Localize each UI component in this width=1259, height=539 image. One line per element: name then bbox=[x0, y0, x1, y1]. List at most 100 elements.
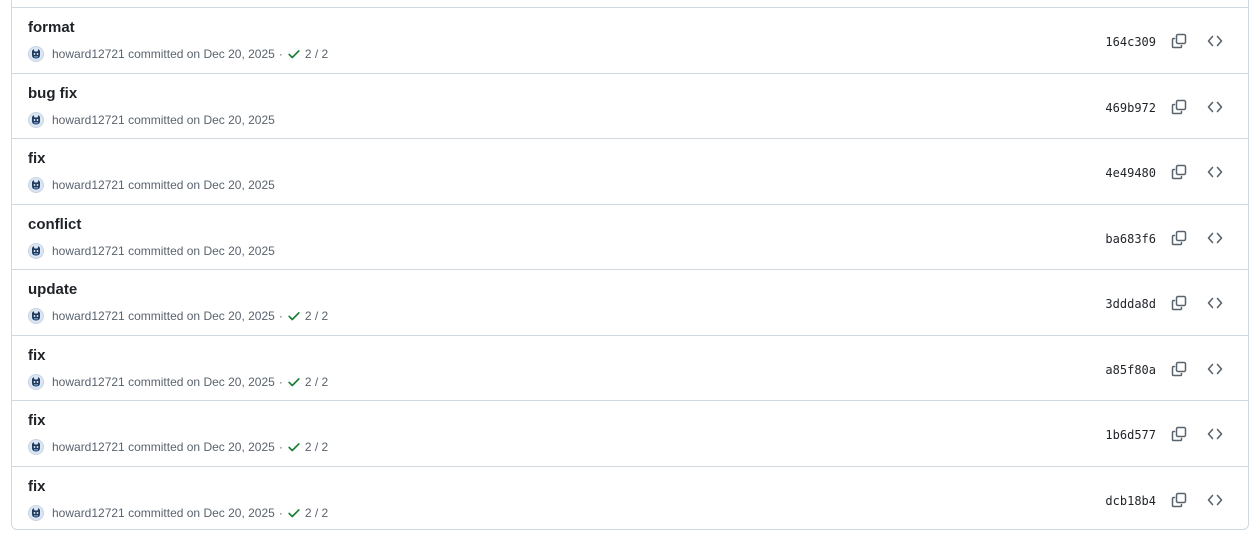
commit-row: bug fix howard12721 committed on Dec 20,… bbox=[12, 72, 1248, 139]
copy-sha-button[interactable] bbox=[1166, 421, 1192, 447]
commit-meta: howard12721 committed on Dec 20, 2025 · … bbox=[28, 308, 328, 324]
commit-date: committed on Dec 20, 2025 bbox=[128, 112, 275, 127]
copy-sha-button[interactable] bbox=[1166, 28, 1192, 54]
code-icon bbox=[1207, 33, 1223, 49]
commit-sha[interactable]: dcb18b4 bbox=[1105, 493, 1156, 509]
copy-icon bbox=[1171, 230, 1187, 246]
meta-separator: · bbox=[278, 309, 283, 323]
commit-title[interactable]: format bbox=[28, 19, 75, 37]
commit-sha[interactable]: ba683f6 bbox=[1105, 231, 1156, 247]
commit-title[interactable]: update bbox=[28, 281, 77, 299]
check-status-count[interactable]: 2 / 2 bbox=[305, 505, 328, 521]
browse-repo-button[interactable] bbox=[1202, 421, 1228, 447]
copy-icon bbox=[1171, 99, 1187, 115]
commit-sha[interactable]: 1b6d577 bbox=[1105, 427, 1156, 443]
commit-author[interactable]: howard12721 bbox=[52, 439, 125, 455]
meta-separator: · bbox=[278, 47, 283, 61]
commit-meta: howard12721 committed on Dec 20, 2025 · … bbox=[28, 46, 328, 62]
check-icon[interactable] bbox=[287, 506, 301, 520]
check-icon[interactable] bbox=[287, 47, 301, 61]
avatar-icon[interactable] bbox=[28, 308, 44, 324]
copy-icon bbox=[1171, 361, 1187, 377]
copy-sha-button[interactable] bbox=[1166, 290, 1192, 316]
commit-sha[interactable]: a85f80a bbox=[1105, 362, 1156, 378]
copy-sha-button[interactable] bbox=[1166, 225, 1192, 251]
commit-row: fix howard12721 committed on Dec 20, 202… bbox=[12, 400, 1248, 466]
code-icon bbox=[1207, 295, 1223, 311]
commit-author[interactable]: howard12721 bbox=[52, 46, 125, 62]
check-icon[interactable] bbox=[287, 309, 301, 323]
browse-repo-button[interactable] bbox=[1202, 28, 1228, 54]
avatar-icon[interactable] bbox=[28, 373, 44, 390]
copy-icon bbox=[1171, 164, 1187, 180]
commit-list: format howard12721 committed on Dec 20, … bbox=[11, 0, 1249, 530]
commit-row: conflict howard12721 committed on Dec 20… bbox=[12, 203, 1248, 270]
browse-repo-button[interactable] bbox=[1202, 94, 1228, 120]
check-icon[interactable] bbox=[287, 375, 301, 389]
commit-meta: howard12721 committed on Dec 20, 2025 bbox=[28, 242, 275, 259]
commit-title[interactable]: fix bbox=[28, 150, 46, 168]
meta-separator: · bbox=[278, 440, 283, 454]
commit-author[interactable]: howard12721 bbox=[52, 112, 125, 128]
meta-separator: · bbox=[278, 505, 283, 520]
avatar-icon[interactable] bbox=[28, 504, 44, 521]
commit-date: committed on Dec 20, 2025 bbox=[128, 243, 275, 258]
browse-repo-button[interactable] bbox=[1202, 290, 1228, 316]
commit-date: committed on Dec 20, 2025 bbox=[128, 374, 275, 389]
commit-row: fix howard12721 committed on Dec 20, 202… bbox=[12, 465, 1248, 530]
avatar-icon[interactable] bbox=[28, 177, 44, 193]
commit-date: committed on Dec 20, 2025 bbox=[128, 505, 275, 520]
copy-sha-button[interactable] bbox=[1166, 94, 1192, 120]
copy-sha-button[interactable] bbox=[1166, 356, 1192, 382]
browse-repo-button[interactable] bbox=[1202, 159, 1228, 185]
commit-sha[interactable]: 3ddda8d bbox=[1105, 296, 1156, 312]
copy-sha-button[interactable] bbox=[1166, 159, 1192, 185]
avatar-icon[interactable] bbox=[28, 111, 44, 128]
check-status-count[interactable]: 2 / 2 bbox=[305, 439, 328, 455]
commit-meta: howard12721 committed on Dec 20, 2025 · … bbox=[28, 504, 328, 521]
commit-date: committed on Dec 20, 2025 bbox=[128, 440, 275, 454]
commit-author[interactable]: howard12721 bbox=[52, 505, 125, 521]
commit-title[interactable]: conflict bbox=[28, 216, 81, 234]
commit-title[interactable]: fix bbox=[28, 347, 46, 365]
code-icon bbox=[1207, 99, 1223, 115]
check-status-count[interactable]: 2 / 2 bbox=[305, 374, 328, 390]
commit-sha[interactable]: 469b972 bbox=[1105, 100, 1156, 116]
commit-meta: howard12721 committed on Dec 20, 2025 bbox=[28, 111, 275, 128]
commit-author[interactable]: howard12721 bbox=[52, 374, 125, 390]
commit-author[interactable]: howard12721 bbox=[52, 308, 125, 324]
commit-meta: howard12721 committed on Dec 20, 2025 bbox=[28, 177, 275, 193]
code-icon bbox=[1207, 164, 1223, 180]
code-icon bbox=[1207, 230, 1223, 246]
avatar-icon[interactable] bbox=[28, 242, 44, 259]
meta-separator: · bbox=[278, 374, 283, 389]
browse-repo-button[interactable] bbox=[1202, 356, 1228, 382]
copy-icon bbox=[1171, 33, 1187, 49]
code-icon bbox=[1207, 361, 1223, 377]
commit-meta: howard12721 committed on Dec 20, 2025 · … bbox=[28, 373, 328, 390]
copy-icon bbox=[1171, 295, 1187, 311]
commit-date: committed on Dec 20, 2025 bbox=[128, 309, 275, 323]
code-icon bbox=[1207, 426, 1223, 442]
commit-row: fix howard12721 committed on Dec 20, 202… bbox=[12, 334, 1248, 401]
browse-repo-button[interactable] bbox=[1202, 487, 1228, 513]
avatar-icon[interactable] bbox=[28, 439, 44, 455]
commit-date: committed on Dec 20, 2025 bbox=[128, 178, 275, 192]
commit-title[interactable]: bug fix bbox=[28, 85, 77, 103]
commit-title[interactable]: fix bbox=[28, 412, 46, 430]
commit-author[interactable]: howard12721 bbox=[52, 243, 125, 259]
commit-author[interactable]: howard12721 bbox=[52, 177, 125, 193]
copy-sha-button[interactable] bbox=[1166, 487, 1192, 513]
check-status-count[interactable]: 2 / 2 bbox=[305, 46, 328, 62]
commit-sha[interactable]: 4e49480 bbox=[1105, 165, 1156, 181]
check-icon[interactable] bbox=[287, 440, 301, 454]
commit-sha[interactable]: 164c309 bbox=[1105, 34, 1156, 50]
browse-repo-button[interactable] bbox=[1202, 225, 1228, 251]
commit-row: update howard12721 committed on Dec 20, … bbox=[12, 269, 1248, 335]
commit-row: format howard12721 committed on Dec 20, … bbox=[12, 7, 1248, 73]
avatar-icon[interactable] bbox=[28, 46, 44, 62]
copy-icon bbox=[1171, 492, 1187, 508]
check-status-count[interactable]: 2 / 2 bbox=[305, 308, 328, 324]
commit-title[interactable]: fix bbox=[28, 478, 46, 496]
commit-meta: howard12721 committed on Dec 20, 2025 · … bbox=[28, 439, 328, 455]
